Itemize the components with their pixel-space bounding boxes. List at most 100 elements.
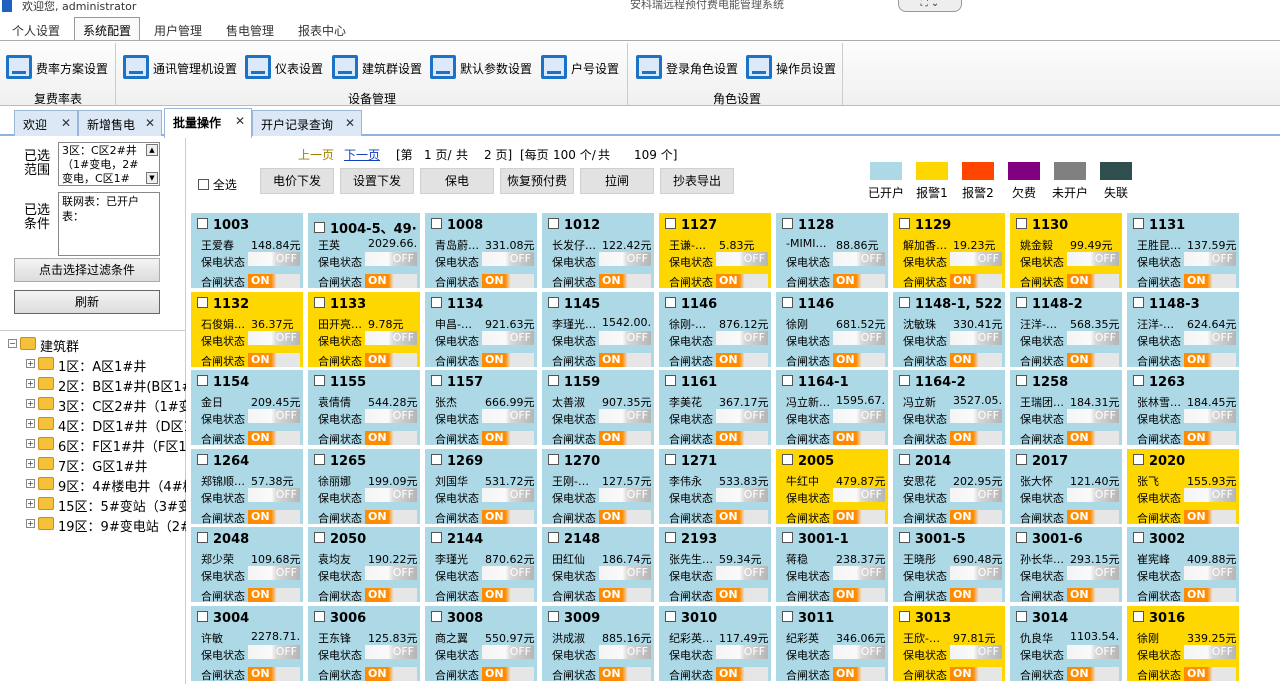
protect-toggle[interactable]: OFF <box>365 252 417 266</box>
meter-checkbox[interactable] <box>197 296 208 308</box>
switch-toggle[interactable]: ON <box>365 431 417 445</box>
meter-checkbox[interactable] <box>665 375 676 386</box>
meter-checkbox[interactable] <box>665 453 676 465</box>
expand-icon[interactable]: + <box>26 419 35 428</box>
switch-toggle[interactable]: ON <box>950 588 1002 602</box>
protect-toggle[interactable]: OFF <box>248 644 300 659</box>
switch-toggle[interactable]: ON <box>599 588 651 602</box>
meter-checkbox[interactable] <box>1016 375 1027 386</box>
protect-toggle[interactable]: OFF <box>1184 252 1236 266</box>
protect-toggle[interactable]: OFF <box>248 409 300 423</box>
protect-toggle[interactable]: OFF <box>1067 566 1119 580</box>
price-push-button[interactable]: 电价下发 <box>260 168 334 194</box>
switch-toggle[interactable]: ON <box>599 509 651 524</box>
protect-toggle[interactable]: OFF <box>833 330 885 345</box>
meter-checkbox[interactable] <box>1133 532 1144 543</box>
expand-icon[interactable]: + <box>26 359 35 368</box>
protect-toggle[interactable]: OFF <box>833 644 885 659</box>
next-page-link[interactable]: 下一页 <box>344 146 380 163</box>
meter-card[interactable]: 1164-2 冯立新 3527.05… 保电状态OFF合闸状态ON <box>893 370 1005 446</box>
expand-icon[interactable]: + <box>26 399 35 408</box>
meter-checkbox[interactable] <box>431 218 442 229</box>
close-icon[interactable]: ✕ <box>145 116 155 130</box>
meter-checkbox[interactable] <box>1016 610 1027 622</box>
meter-card[interactable]: 2048 郑少荣 109.68元 保电状态 OFF 合闸状态 ON <box>191 527 303 603</box>
settings-push-button[interactable]: 设置下发 <box>340 168 414 194</box>
switch-toggle[interactable]: ON <box>599 666 651 681</box>
meter-checkbox[interactable] <box>899 532 910 543</box>
export-readings-button[interactable]: 抄表导出 <box>660 168 734 194</box>
protect-toggle[interactable]: OFF <box>599 409 651 423</box>
switch-toggle[interactable]: ON <box>833 666 885 681</box>
switch-toggle[interactable]: ON <box>833 509 885 524</box>
switch-toggle[interactable]: ON <box>950 431 1002 445</box>
protect-toggle[interactable]: OFF <box>482 644 534 659</box>
protect-toggle[interactable]: OFF <box>950 644 1002 659</box>
meter-card[interactable]: 1157 张杰 666.99元 保电状态 OFF 合闸状态 ON <box>425 370 537 446</box>
switch-toggle[interactable]: ON <box>833 274 885 288</box>
meter-card[interactable]: 3001-5 王晓彤 690.48元 保电状态 OFF 合闸状态 ON <box>893 527 1005 603</box>
protect-toggle[interactable]: OFF <box>1184 487 1236 502</box>
switch-toggle[interactable]: ON <box>716 509 768 524</box>
switch-toggle[interactable]: ON <box>248 509 300 524</box>
protect-toggle[interactable]: OFF <box>1184 409 1236 423</box>
meter-card[interactable]: 3001-1 蒋稳 238.37元 保电状态 OFF 合闸状态 ON <box>776 527 888 603</box>
meter-card[interactable]: 1258 王瑞团… 184.31元 保电状态 OFF 合闸状态 ON <box>1010 370 1122 446</box>
protect-toggle[interactable]: OFF <box>716 487 768 502</box>
switch-toggle[interactable]: ON <box>716 352 768 367</box>
protect-toggle[interactable]: OFF <box>833 252 885 266</box>
meter-checkbox[interactable] <box>314 296 325 308</box>
meter-card[interactable]: 2020 张飞 155.93元 保电状态 OFF 合闸状态 ON <box>1127 448 1239 525</box>
meter-checkbox[interactable] <box>548 296 559 308</box>
switch-toggle[interactable]: ON <box>1067 666 1119 681</box>
switch-toggle[interactable]: ON <box>833 431 885 445</box>
meter-card[interactable]: 1155 袁倩倩 544.28元 保电状态 OFF 合闸状态 ON <box>308 370 420 446</box>
meter-checkbox[interactable] <box>548 375 559 386</box>
meter-checkbox[interactable] <box>782 218 793 229</box>
meter-checkbox[interactable] <box>548 218 559 229</box>
switch-toggle[interactable]: ON <box>1067 588 1119 602</box>
protect-toggle[interactable]: OFF <box>365 409 417 423</box>
meter-card[interactable]: 1145 李瑾光… 1542.00… 保电状态OFF合闸状态ON <box>542 291 654 368</box>
protect-toggle[interactable]: OFF <box>1184 644 1236 659</box>
switch-toggle[interactable]: ON <box>248 274 300 288</box>
meter-card[interactable]: 2014 安思花 202.95元 保电状态 OFF 合闸状态 ON <box>893 448 1005 525</box>
switch-toggle[interactable]: ON <box>248 431 300 445</box>
switch-toggle[interactable]: ON <box>716 666 768 681</box>
close-icon[interactable]: ✕ <box>235 114 245 128</box>
meter-checkbox[interactable] <box>548 610 559 622</box>
tab-account-records[interactable]: 开户记录查询 ✕ <box>252 110 362 136</box>
protect-toggle[interactable]: OFF <box>1184 330 1236 345</box>
meter-card[interactable]: 3002 崔宪峰 409.88元 保电状态 OFF 合闸状态 ON <box>1127 527 1239 603</box>
protect-toggle[interactable]: OFF <box>1067 487 1119 502</box>
meter-checkbox[interactable] <box>665 218 676 229</box>
meter-card[interactable]: 1008 青岛蔚… 331.08元 保电状态 OFF 合闸状态 ON <box>425 213 537 289</box>
meter-card[interactable]: 1263 张林雪… 184.45元 保电状态 OFF 合闸状态 ON <box>1127 370 1239 446</box>
meter-card[interactable]: 3004 许敏 2278.71… 保电状态OFF合闸状态ON <box>191 605 303 682</box>
meter-card[interactable]: 1159 太善淑 907.35元 保电状态 OFF 合闸状态 ON <box>542 370 654 446</box>
meter-card[interactable]: 1131 王胜昆… 137.59元 保电状态 OFF 合闸状态 ON <box>1127 213 1239 289</box>
switch-toggle[interactable]: ON <box>1184 431 1236 445</box>
expand-icon[interactable]: + <box>26 379 35 388</box>
meter-card[interactable]: 1148-1, 522 沈敏珠 330.41元 保电状态 OFF 合闸状态 ON <box>893 291 1005 368</box>
protect-toggle[interactable]: OFF <box>833 487 885 502</box>
protect-toggle[interactable]: OFF <box>950 566 1002 580</box>
meter-checkbox[interactable] <box>431 610 442 622</box>
protect-toggle[interactable]: OFF <box>1184 566 1236 580</box>
meter-card[interactable]: 3008 商之翼 550.97元 保电状态 OFF 合闸状态 ON <box>425 605 537 682</box>
select-all[interactable]: 全选 <box>198 176 237 193</box>
tab-new-sale[interactable]: 新增售电 ✕ <box>78 110 162 136</box>
meter-checkbox[interactable] <box>665 610 676 622</box>
collapse-icon[interactable]: − <box>8 339 17 348</box>
switch-toggle[interactable]: ON <box>365 352 417 367</box>
protect-toggle[interactable]: OFF <box>599 487 651 502</box>
meter-checkbox[interactable] <box>1016 296 1027 308</box>
protect-toggle[interactable]: OFF <box>482 409 534 423</box>
protect-toggle[interactable]: OFF <box>365 330 417 345</box>
prev-page-link[interactable]: 上一页 <box>298 146 334 163</box>
close-icon[interactable]: ✕ <box>345 116 355 130</box>
meter-card[interactable]: 2005 牛红中 479.87元 保电状态 OFF 合闸状态 ON <box>776 448 888 525</box>
switch-toggle[interactable]: ON <box>1067 509 1119 524</box>
switch-toggle[interactable]: ON <box>248 352 300 367</box>
meter-card[interactable]: 1270 王刚-… 127.57元 保电状态 OFF 合闸状态 ON <box>542 448 654 525</box>
